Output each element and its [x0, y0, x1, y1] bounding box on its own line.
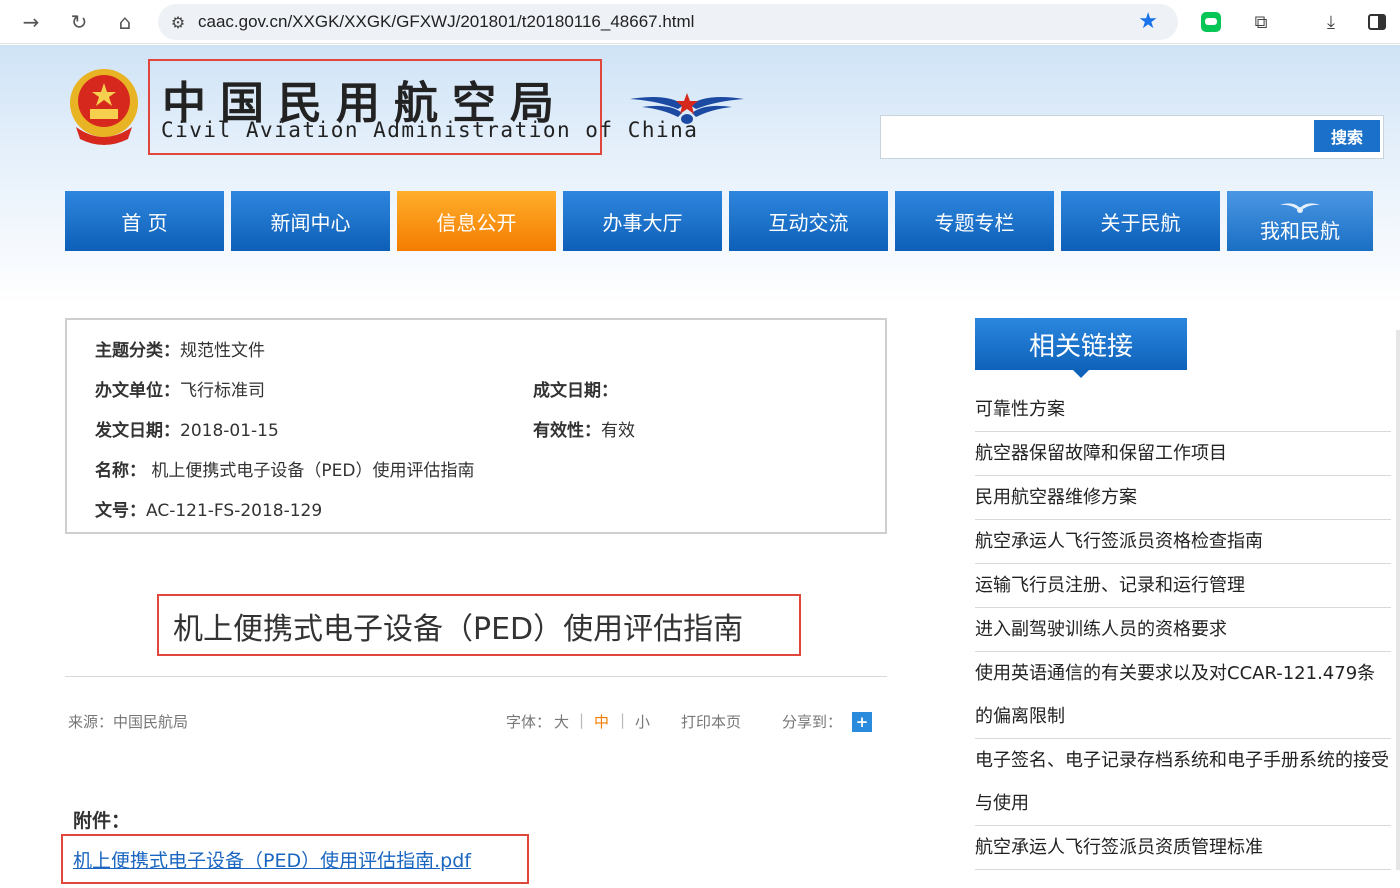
nav-me-and-caac[interactable]: 我和民航 [1227, 191, 1373, 251]
site-settings-icon[interactable]: ⚙ [158, 13, 198, 32]
attachment-label: 附件： [73, 810, 131, 832]
browser-toolbar: → ↻ ⌂ ⚙ caac.gov.cn/XXGK/XXGK/GFXWJ/2018… [0, 0, 1400, 44]
search-button[interactable]: 搜索 [1314, 120, 1380, 152]
info-docno-label: 文号： [95, 501, 146, 521]
info-name-value: 机上便携式电子设备（PED）使用评估指南 [151, 461, 475, 481]
info-validity-value: 有效 [601, 421, 635, 441]
title-divider [65, 676, 887, 677]
search-input[interactable] [887, 116, 1307, 156]
font-sep-1: | [579, 711, 585, 729]
info-dept: 办文单位：飞行标准司 [95, 376, 265, 401]
main-nav: 首 页 新闻中心 信息公开 办事大厅 互动交流 专题专栏 关于民航 我和民航 [65, 191, 1373, 251]
info-validity-label: 有效性： [533, 421, 601, 441]
info-name: 名称： 机上便携式电子设备（PED）使用评估指南 [95, 456, 475, 481]
font-size-small[interactable]: 小 [635, 711, 650, 732]
forward-icon[interactable]: → [16, 7, 46, 37]
info-written-date: 成文日期： [533, 376, 618, 401]
bookmark-star-icon[interactable]: ★ [1138, 9, 1158, 34]
info-dept-value: 飞行标准司 [180, 381, 265, 401]
nav-about[interactable]: 关于民航 [1061, 191, 1220, 251]
related-link-0[interactable]: 可靠性方案 [975, 388, 1391, 432]
info-issued-label: 发文日期： [95, 421, 180, 441]
page-scrollbar[interactable] [1396, 330, 1400, 870]
sidepanel-icon[interactable] [1362, 7, 1392, 37]
article-source: 来源：中国民航局 [68, 713, 189, 731]
wings-small-icon [1280, 202, 1320, 213]
nav-topics[interactable]: 专题专栏 [895, 191, 1054, 251]
related-link-7[interactable]: 电子签名、电子记录存档系统和电子手册系统的接受与使用 [975, 739, 1391, 826]
info-dept-label: 办文单位： [95, 381, 180, 401]
download-icon[interactable]: ⤓ [1316, 7, 1346, 37]
related-link-1[interactable]: 航空器保留故障和保留工作项目 [975, 432, 1391, 476]
info-topic: 主题分类：规范性文件 [95, 336, 265, 361]
font-size-label: 字体： [506, 713, 552, 731]
site-logo-en[interactable]: Civil Aviation Administration of China [161, 118, 698, 142]
article-title: 机上便携式电子设备（PED）使用评估指南 [173, 612, 744, 647]
site-header: 中国民用航空局 Civil Aviation Administration of… [0, 45, 1400, 305]
address-bar[interactable]: ⚙ caac.gov.cn/XXGK/XXGK/GFXWJ/201801/t20… [158, 4, 1178, 40]
nav-home[interactable]: 首 页 [65, 191, 224, 251]
nav-me-and-caac-label: 我和民航 [1260, 218, 1340, 243]
attachment-pdf-link[interactable]: 机上便携式电子设备（PED）使用评估指南.pdf [73, 846, 471, 873]
nav-info-disclosure[interactable]: 信息公开 [397, 191, 556, 251]
related-link-4[interactable]: 运输飞行员注册、记录和运行管理 [975, 564, 1391, 608]
reload-icon[interactable]: ↻ [64, 7, 94, 37]
line-extension-icon[interactable] [1196, 7, 1226, 37]
extensions-icon[interactable]: ⧉ [1246, 7, 1276, 37]
share-label: 分享到： [782, 713, 843, 731]
related-link-2[interactable]: 民用航空器维修方案 [975, 476, 1391, 520]
related-links-list: 可靠性方案 航空器保留故障和保留工作项目 民用航空器维修方案 航空承运人飞行签派… [975, 388, 1391, 870]
nav-news[interactable]: 新闻中心 [231, 191, 390, 251]
info-docno-value: AC-121-FS-2018-129 [146, 501, 323, 521]
info-name-label: 名称： [95, 461, 146, 481]
info-topic-value: 规范性文件 [180, 341, 265, 361]
font-size-large[interactable]: 大 [554, 711, 569, 732]
nav-interaction[interactable]: 互动交流 [729, 191, 888, 251]
info-issued-date: 发文日期：2018-01-15 [95, 416, 279, 441]
info-written-label: 成文日期： [533, 381, 618, 401]
info-issued-value: 2018-01-15 [180, 421, 279, 441]
url-text[interactable]: caac.gov.cn/XXGK/XXGK/GFXWJ/201801/t2018… [198, 12, 694, 32]
home-icon[interactable]: ⌂ [110, 7, 140, 37]
related-link-8[interactable]: 航空承运人飞行签派员资质管理标准 [975, 826, 1391, 870]
caac-wings-icon [630, 93, 744, 124]
national-emblem-icon [70, 69, 138, 145]
search-box: 搜索 [880, 115, 1384, 159]
info-docno: 文号：AC-121-FS-2018-129 [95, 496, 322, 521]
info-validity: 有效性：有效 [533, 416, 635, 441]
related-links-heading: 相关链接 [975, 318, 1187, 370]
nav-service-hall[interactable]: 办事大厅 [563, 191, 722, 251]
related-heading-arrow [1073, 370, 1089, 378]
font-size-medium[interactable]: 中 [594, 711, 609, 732]
related-link-5[interactable]: 进入副驾驶训练人员的资格要求 [975, 608, 1391, 652]
share-plus-icon[interactable]: + [852, 712, 872, 732]
print-page-link[interactable]: 打印本页 [681, 711, 741, 732]
font-sep-2: | [620, 711, 626, 729]
related-link-3[interactable]: 航空承运人飞行签派员资格检查指南 [975, 520, 1391, 564]
related-link-6[interactable]: 使用英语通信的有关要求以及对CCAR-121.479条的偏离限制 [975, 652, 1391, 739]
info-topic-label: 主题分类： [95, 341, 180, 361]
